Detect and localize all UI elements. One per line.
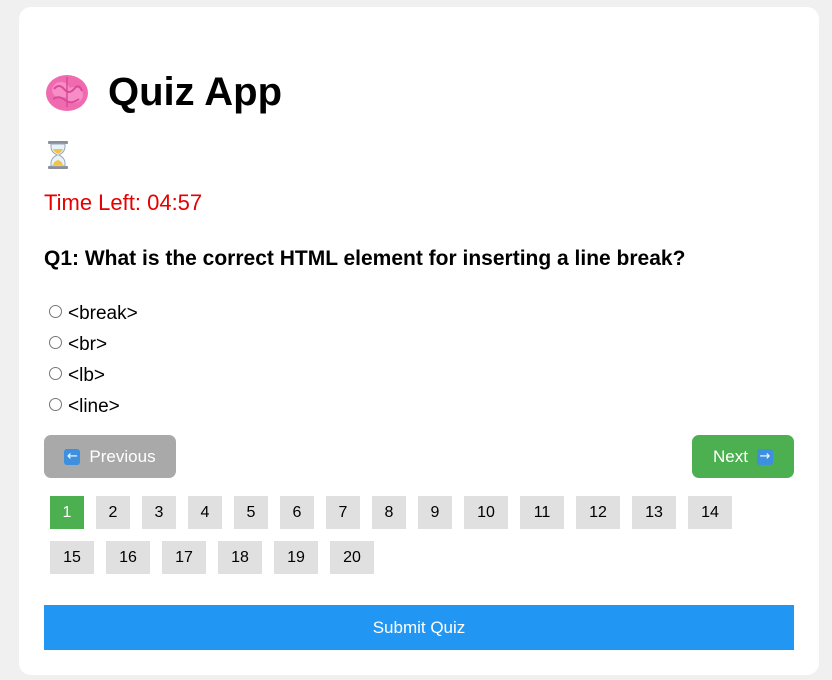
- page-button-3[interactable]: 3: [142, 496, 176, 529]
- page-button-6[interactable]: 6: [280, 496, 314, 529]
- page-button-4[interactable]: 4: [188, 496, 222, 529]
- title-row: Quiz App: [44, 69, 282, 115]
- brain-icon: [44, 69, 90, 115]
- left-arrow-icon: ←: [64, 448, 81, 465]
- page-button-5[interactable]: 5: [234, 496, 268, 529]
- option-break[interactable]: <break>: [49, 298, 138, 329]
- question-text: Q1: What is the correct HTML element for…: [44, 247, 686, 270]
- page-button-20[interactable]: 20: [330, 541, 374, 574]
- page-button-14[interactable]: 14: [688, 496, 732, 529]
- page-button-8[interactable]: 8: [372, 496, 406, 529]
- option-label: <line>: [68, 395, 120, 417]
- page-button-15[interactable]: 15: [50, 541, 94, 574]
- option-label: <br>: [68, 333, 108, 355]
- pagination-row-1: 1 2 3 4 5 6 7 8 9 10 11 12 13 14: [50, 496, 790, 529]
- page-button-2[interactable]: 2: [96, 496, 130, 529]
- next-button[interactable]: Next →: [692, 435, 794, 478]
- option-line[interactable]: <line>: [49, 391, 138, 422]
- submit-quiz-button[interactable]: Submit Quiz: [44, 605, 794, 650]
- radio-button[interactable]: [49, 305, 62, 318]
- next-label: Next: [713, 446, 748, 466]
- page-button-16[interactable]: 16: [106, 541, 150, 574]
- radio-button[interactable]: [49, 336, 62, 349]
- option-label: <break>: [68, 302, 138, 324]
- answer-options: <break> <br> <lb> <line>: [49, 298, 138, 422]
- previous-button[interactable]: ← Previous: [44, 435, 176, 478]
- page-button-11[interactable]: 11: [520, 496, 564, 529]
- time-left: Time Left: 04:57: [44, 190, 203, 215]
- right-arrow-icon: →: [756, 448, 773, 465]
- pagination-row-2: 15 16 17 18 19 20: [50, 541, 790, 574]
- option-br[interactable]: <br>: [49, 329, 138, 360]
- page-button-10[interactable]: 10: [464, 496, 508, 529]
- page-button-7[interactable]: 7: [326, 496, 360, 529]
- page-button-13[interactable]: 13: [632, 496, 676, 529]
- previous-label: Previous: [89, 446, 156, 466]
- page-button-12[interactable]: 12: [576, 496, 620, 529]
- page-button-17[interactable]: 17: [162, 541, 206, 574]
- hourglass-icon: [46, 141, 70, 169]
- quiz-card: Quiz App Time Left: 04:57 Q1: What is th…: [19, 7, 819, 675]
- question-pagination: 1 2 3 4 5 6 7 8 9 10 11 12 13 14 15 16 1…: [50, 496, 790, 586]
- app-title: Quiz App: [108, 69, 283, 114]
- radio-button[interactable]: [49, 367, 62, 380]
- page-button-9[interactable]: 9: [418, 496, 452, 529]
- page-button-18[interactable]: 18: [218, 541, 262, 574]
- option-lb[interactable]: <lb>: [49, 360, 138, 391]
- page-button-19[interactable]: 19: [274, 541, 318, 574]
- option-label: <lb>: [68, 364, 105, 386]
- radio-button[interactable]: [49, 398, 62, 411]
- page-button-1[interactable]: 1: [50, 496, 84, 529]
